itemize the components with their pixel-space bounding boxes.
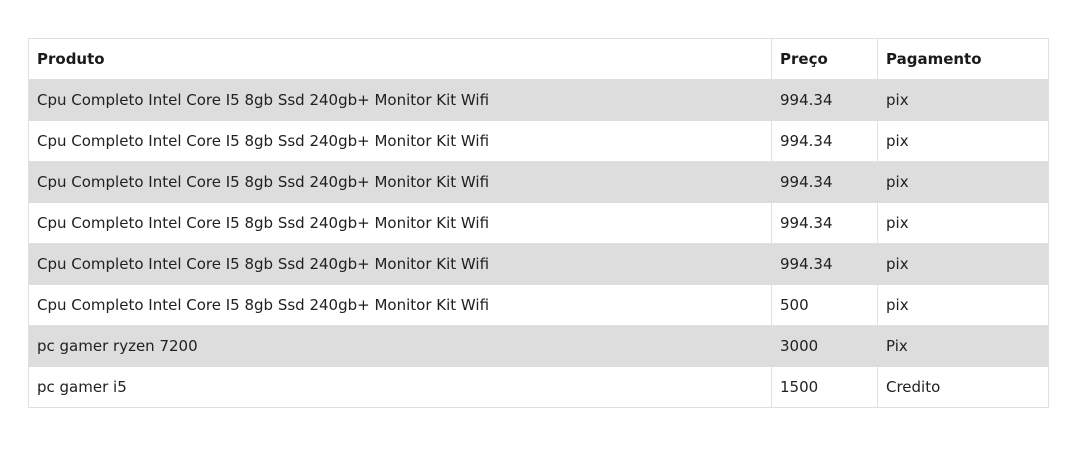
cell-produto: Cpu Completo Intel Core I5 8gb Ssd 240gb… — [28, 243, 772, 285]
table-row: Cpu Completo Intel Core I5 8gb Ssd 240gb… — [28, 202, 1049, 244]
cell-preco: 994.34 — [771, 161, 878, 203]
cell-produto: Cpu Completo Intel Core I5 8gb Ssd 240gb… — [28, 202, 772, 244]
cell-pagamento: Pix — [877, 325, 1049, 367]
cell-pagamento: pix — [877, 161, 1049, 203]
cell-produto: Cpu Completo Intel Core I5 8gb Ssd 240gb… — [28, 284, 772, 326]
cell-preco: 500 — [771, 284, 878, 326]
table-header-row: Produto Preço Pagamento — [28, 38, 1049, 80]
cell-preco: 994.34 — [771, 79, 878, 121]
cell-preco: 3000 — [771, 325, 878, 367]
cell-produto: pc gamer ryzen 7200 — [28, 325, 772, 367]
cell-produto: Cpu Completo Intel Core I5 8gb Ssd 240gb… — [28, 120, 772, 162]
cell-pagamento: Credito — [877, 366, 1049, 408]
cell-produto: Cpu Completo Intel Core I5 8gb Ssd 240gb… — [28, 79, 772, 121]
products-table-container: Produto Preço Pagamento Cpu Completo Int… — [28, 38, 1049, 408]
cell-pagamento: pix — [877, 243, 1049, 285]
table-row: Cpu Completo Intel Core I5 8gb Ssd 240gb… — [28, 161, 1049, 203]
table-body: Cpu Completo Intel Core I5 8gb Ssd 240gb… — [28, 79, 1049, 408]
table-row: Cpu Completo Intel Core I5 8gb Ssd 240gb… — [28, 120, 1049, 162]
cell-pagamento: pix — [877, 79, 1049, 121]
cell-preco: 994.34 — [771, 243, 878, 285]
cell-preco: 1500 — [771, 366, 878, 408]
column-header-preco: Preço — [771, 38, 878, 80]
column-header-pagamento: Pagamento — [877, 38, 1049, 80]
cell-preco: 994.34 — [771, 202, 878, 244]
table-row: Cpu Completo Intel Core I5 8gb Ssd 240gb… — [28, 79, 1049, 121]
cell-produto: pc gamer i5 — [28, 366, 772, 408]
table-header: Produto Preço Pagamento — [28, 38, 1049, 80]
cell-preco: 994.34 — [771, 120, 878, 162]
table-row: pc gamer ryzen 7200 3000 Pix — [28, 325, 1049, 367]
table-row: Cpu Completo Intel Core I5 8gb Ssd 240gb… — [28, 243, 1049, 285]
table-row: pc gamer i5 1500 Credito — [28, 366, 1049, 408]
cell-pagamento: pix — [877, 202, 1049, 244]
cell-pagamento: pix — [877, 284, 1049, 326]
column-header-produto: Produto — [28, 38, 772, 80]
cell-produto: Cpu Completo Intel Core I5 8gb Ssd 240gb… — [28, 161, 772, 203]
cell-pagamento: pix — [877, 120, 1049, 162]
table-row: Cpu Completo Intel Core I5 8gb Ssd 240gb… — [28, 284, 1049, 326]
products-table: Produto Preço Pagamento Cpu Completo Int… — [28, 38, 1049, 408]
